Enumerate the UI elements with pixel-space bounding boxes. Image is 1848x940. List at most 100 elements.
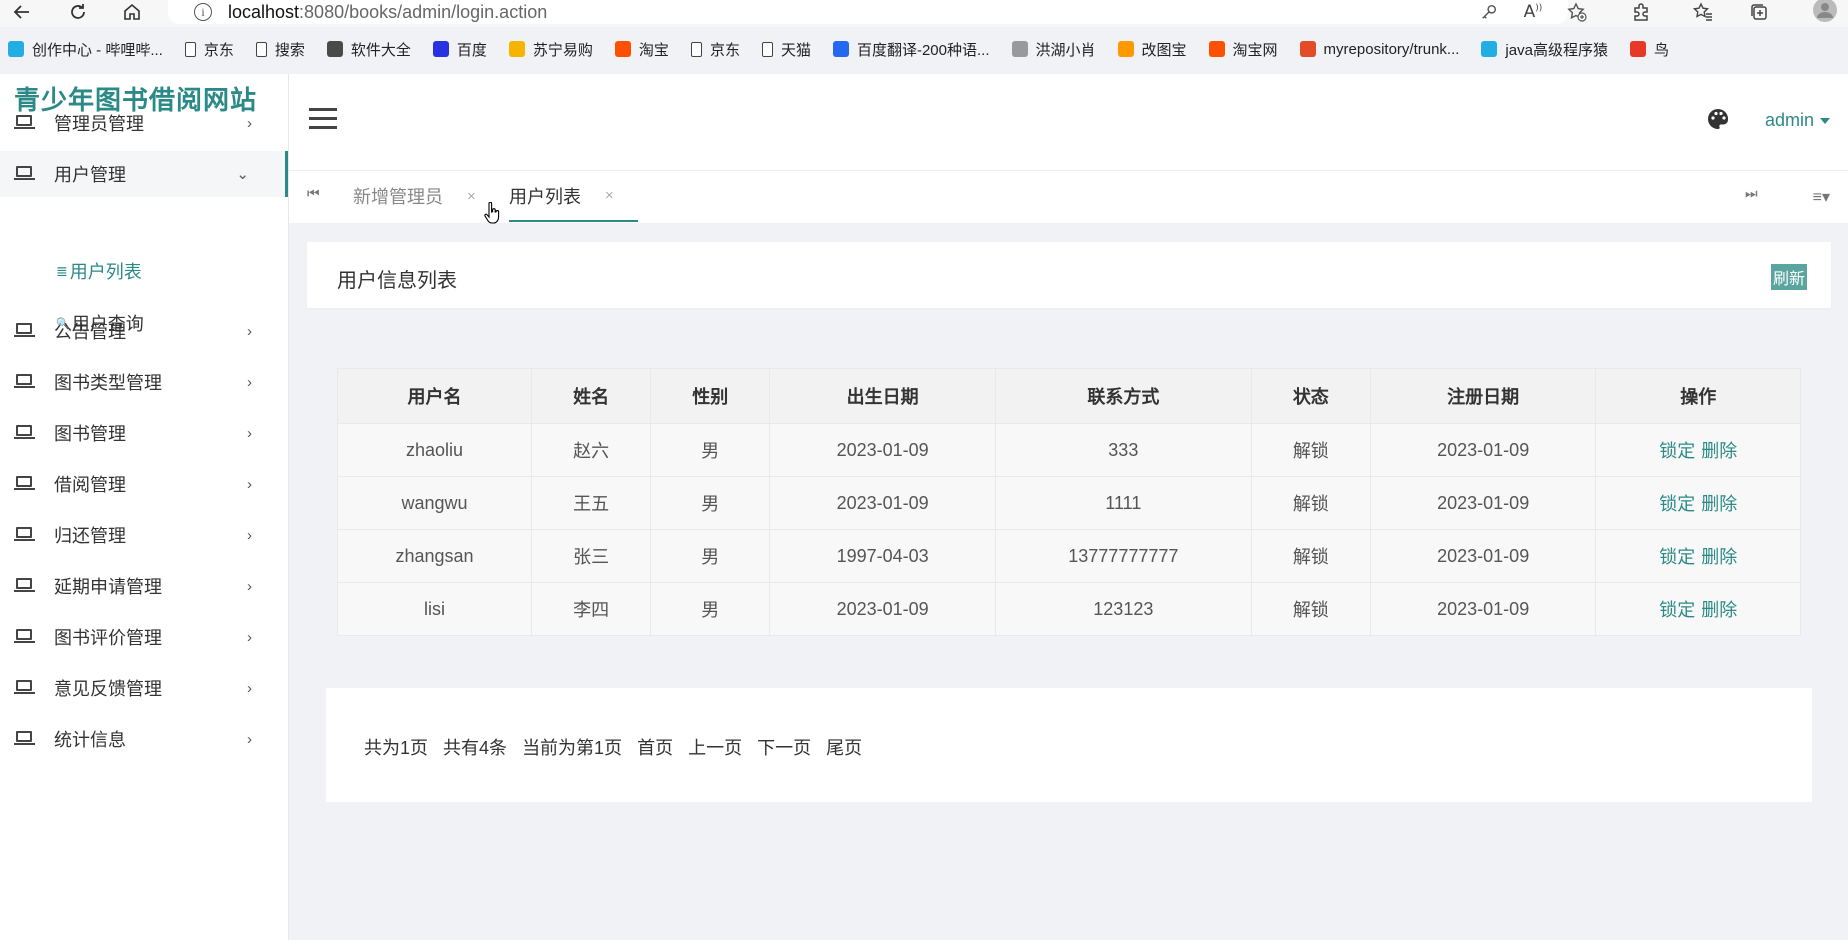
collections-icon[interactable] xyxy=(1746,0,1772,24)
sidebar-menu-item[interactable]: 归还管理 › xyxy=(0,512,288,558)
last-page-link[interactable]: 尾页 xyxy=(826,738,862,758)
delete-link[interactable]: 删除 xyxy=(1701,547,1737,567)
delete-link[interactable]: 删除 xyxy=(1701,441,1737,461)
read-aloud-icon[interactable]: A)) xyxy=(1520,0,1546,24)
refresh-button[interactable]: 刷新 xyxy=(1770,264,1807,290)
sidebar-menu-label: 图书类型管理 xyxy=(54,373,162,393)
sidebar-menu-item[interactable]: 管理员管理 › xyxy=(0,100,288,146)
user-dropdown[interactable]: admin xyxy=(1765,110,1831,131)
chevron-right-icon: › xyxy=(247,475,252,493)
bookmark-item[interactable]: java高级程序猿 xyxy=(1475,39,1608,60)
sidebar-menu-item[interactable]: 图书类型管理 › xyxy=(0,359,288,405)
extensions-icon[interactable] xyxy=(1628,0,1654,24)
bookmark-item[interactable]: 苏宁易购 xyxy=(503,39,593,60)
bookmark-item[interactable]: 改图宝 xyxy=(1112,39,1187,60)
laptop-icon xyxy=(14,680,36,696)
submenu-user-query[interactable]: 🔍 用户查询 xyxy=(56,310,144,336)
lock-link[interactable]: 锁定 xyxy=(1659,441,1695,461)
delete-link[interactable]: 删除 xyxy=(1701,494,1737,514)
sidebar-menu-label: 归还管理 xyxy=(54,526,126,546)
tab-options-icon[interactable]: ≡▾ xyxy=(1813,187,1830,207)
site-info-icon[interactable]: i xyxy=(194,3,212,21)
table-cell: 男 xyxy=(650,476,771,530)
lock-link[interactable]: 锁定 xyxy=(1659,547,1695,567)
bookmark-item[interactable]: 搜索 xyxy=(250,39,305,60)
next-page-link[interactable]: 下一页 xyxy=(757,738,811,758)
favorites-icon[interactable] xyxy=(1690,0,1716,24)
favorite-add-icon[interactable] xyxy=(1564,0,1590,24)
chevron-right-icon: › xyxy=(247,730,252,748)
delete-link[interactable]: 删除 xyxy=(1701,600,1737,620)
favicon-icon xyxy=(432,41,449,57)
tab-add-admin[interactable]: 新增管理员 × xyxy=(353,171,476,221)
page-icon xyxy=(255,41,267,57)
laptop-icon xyxy=(14,629,36,645)
bookmark-item[interactable]: 天猫 xyxy=(756,39,811,60)
column-header: 状态 xyxy=(1250,368,1371,424)
bookmark-item[interactable]: 软件大全 xyxy=(321,39,411,60)
sidebar-menu-item[interactable]: 借阅管理 › xyxy=(0,461,288,507)
submenu-user-list[interactable]: ≣ 用户列表 xyxy=(56,258,142,284)
table-cell: 2023-01-09 xyxy=(769,423,996,477)
chevron-right-icon: › xyxy=(247,679,252,697)
tab-user-list[interactable]: 用户列表 × xyxy=(509,171,638,222)
lock-link[interactable]: 锁定 xyxy=(1659,494,1695,514)
bookmark-item[interactable]: 淘宝 xyxy=(609,39,669,60)
reload-icon[interactable] xyxy=(64,0,92,24)
bookmark-item[interactable]: 创作中心 - 哔哩哔... xyxy=(0,39,163,60)
tab-user-list-label: 用户列表 xyxy=(509,186,581,207)
close-icon[interactable]: × xyxy=(605,187,614,204)
table-cell: 男 xyxy=(650,529,771,583)
sidebar-menu-item[interactable]: 延期申请管理 › xyxy=(0,563,288,609)
sidebar-menu-item[interactable]: 用户管理 ⌄ xyxy=(0,151,288,197)
table-cell: 解锁 xyxy=(1250,423,1371,477)
profile-avatar-icon[interactable] xyxy=(1812,0,1838,24)
tab-scroll-right-icon[interactable]: ⏭ xyxy=(1745,185,1758,202)
sidebar-menu-item[interactable]: 图书管理 › xyxy=(0,410,288,456)
tab-scroll-left-icon[interactable]: ⏮ xyxy=(307,185,320,202)
laptop-icon xyxy=(14,425,36,441)
close-icon[interactable]: × xyxy=(467,188,476,205)
favicon-icon xyxy=(1208,41,1225,57)
column-header: 性别 xyxy=(650,368,771,424)
bookmark-item[interactable]: 鸟 xyxy=(1624,39,1669,60)
prev-page-link[interactable]: 上一页 xyxy=(688,738,742,758)
sidebar-menu-item[interactable]: 公告管理 › xyxy=(0,308,288,354)
address-bar[interactable]: i localhost:8080/books/admin/login.actio… xyxy=(168,0,1568,24)
table-cell: 123123 xyxy=(994,582,1252,636)
chevron-right-icon: › xyxy=(247,424,252,442)
back-icon[interactable] xyxy=(8,0,36,24)
chevron-down-icon: ⌄ xyxy=(236,166,249,183)
hand-cursor-icon xyxy=(484,202,500,224)
table-cell: 解锁 xyxy=(1250,582,1371,636)
sidebar-menu-label: 图书管理 xyxy=(54,424,126,444)
laptop-icon xyxy=(14,115,36,131)
bookmark-label: 百度翻译-200种语... xyxy=(856,41,990,59)
table-cell: 1111 xyxy=(994,476,1252,530)
table-cell: 2023-01-09 xyxy=(769,582,996,636)
first-page-link[interactable]: 首页 xyxy=(637,738,673,758)
bookmark-item[interactable]: 百度 xyxy=(427,39,487,60)
sidebar-menu-label: 统计信息 xyxy=(54,730,126,750)
key-icon[interactable] xyxy=(1476,0,1502,24)
lock-link[interactable]: 锁定 xyxy=(1659,600,1695,620)
bookmark-item[interactable]: myrepository/trunk... xyxy=(1294,41,1459,58)
sidebar-menu-item[interactable]: 图书评价管理 › xyxy=(0,614,288,660)
bookmark-item[interactable]: 淘宝网 xyxy=(1203,39,1278,60)
home-icon[interactable] xyxy=(118,0,146,24)
palette-icon[interactable] xyxy=(1707,108,1729,130)
pagination: 共为1页 共有4条 当前为第1页 首页 上一页 下一页 尾页 xyxy=(364,734,872,760)
bookmark-item[interactable]: 洪湖小肖 xyxy=(1006,39,1096,60)
sidebar-menu-item[interactable]: 意见反馈管理 › xyxy=(0,665,288,711)
bookmark-item[interactable]: 百度翻译-200种语... xyxy=(827,39,990,60)
bookmark-item[interactable]: 京东 xyxy=(179,39,234,60)
table-header-row: 用户名 姓名 性别 出生日期 联系方式 状态 注册日期 操作 xyxy=(336,368,1801,424)
submenu-user-query-label: 用户查询 xyxy=(71,314,144,334)
tab-add-admin-label: 新增管理员 xyxy=(353,187,443,207)
bookmark-label: 改图宝 xyxy=(1141,41,1187,59)
sidebar-menu-item[interactable]: 统计信息 › xyxy=(0,716,288,762)
bookmark-item[interactable]: 京东 xyxy=(685,39,740,60)
menu-toggle-icon[interactable] xyxy=(309,108,337,130)
table-cell: 2023-01-09 xyxy=(769,476,996,530)
favicon-icon xyxy=(1117,41,1134,57)
